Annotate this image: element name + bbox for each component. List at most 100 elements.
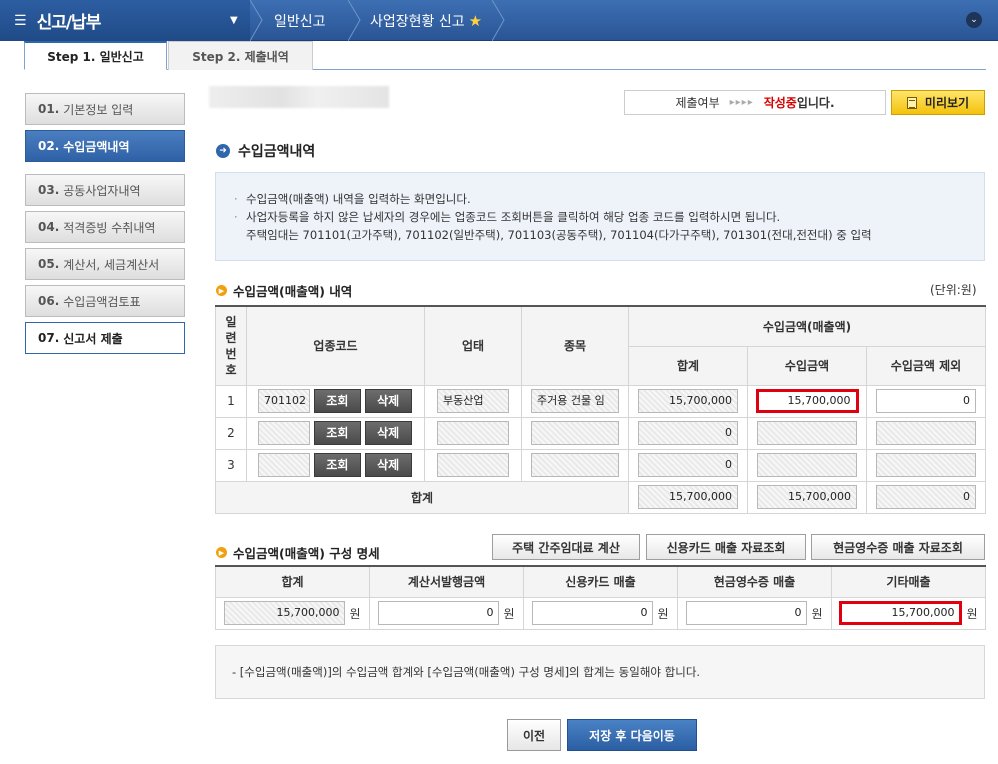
main-menu-button[interactable]: ☰ 신고/납부 ▼ — [0, 0, 250, 41]
row-number: 1 — [215, 384, 247, 418]
sidebar-item-label: 수입금액검토표 — [63, 294, 141, 309]
sidebar-item-label: 적격증빙 수취내역 — [63, 220, 156, 235]
excluded-amount-input[interactable] — [876, 421, 976, 445]
breadcrumb-separator-icon — [492, 0, 506, 41]
breadcrumb-separator-icon — [250, 0, 264, 41]
step-tabs: Step 1. 일반신고 Step 2. 제출내역 — [24, 41, 986, 70]
sidebar-item-num: 07. — [38, 331, 60, 345]
card-sales-input[interactable]: 0 — [532, 601, 654, 625]
sidebar-item-submit[interactable]: 07. 신고서 제출 — [25, 322, 185, 354]
header-other-sales: 기타매출 — [831, 565, 986, 598]
composition-title-text: 수입금액(매출액) 구성 명세 — [233, 546, 380, 561]
section-title: ➜ 수입금액내역 — [216, 141, 315, 161]
business-type-input[interactable] — [437, 453, 509, 477]
sidebar-item-joint-business[interactable]: 03. 공동사업자내역 — [25, 174, 185, 206]
won-unit: 원 — [349, 606, 361, 621]
tab-step2[interactable]: Step 2. 제출내역 — [168, 41, 313, 70]
menu-title: 신고/납부 — [36, 13, 102, 33]
breadcrumb-general-report[interactable]: 일반신고 — [274, 0, 326, 41]
bullet-icon: · — [234, 210, 238, 224]
income-table: 일련번호 업종코드 업태 종목 수입금액(매출액) 합계 수입금액 수입금액 제… — [215, 305, 986, 514]
income-table-title: ▶ 수입금액(매출액) 내역 — [216, 281, 352, 300]
sidebar-item-evidence[interactable]: 04. 적격증빙 수취내역 — [25, 211, 185, 243]
composition-title: ▶ 수입금액(매출액) 구성 명세 — [216, 543, 380, 562]
top-navigation-bar: ☰ 신고/납부 ▼ 일반신고 사업장현황 신고 ★ ⌄ — [0, 0, 998, 41]
cash-sales-input[interactable]: 0 — [686, 601, 808, 625]
business-type-input[interactable] — [437, 421, 509, 445]
note-text: - [수입금액(매출액)]의 수입금액 합계와 [수입금액(매출액) 구성 명세… — [232, 665, 701, 679]
breadcrumb-separator-icon — [348, 0, 362, 41]
income-amount-input[interactable]: 15,700,000 — [755, 389, 859, 413]
sum-row: 합계 15,700,000 15,700,000 0 — [215, 480, 986, 514]
sum-excluded-field: 0 — [876, 485, 976, 509]
preview-button[interactable]: 미리보기 — [891, 90, 985, 115]
breadcrumb-business-report[interactable]: 사업장현황 신고 ★ — [370, 0, 482, 41]
won-unit: 원 — [503, 606, 515, 621]
sidebar-item-num: 03. — [38, 183, 60, 197]
won-unit: 원 — [657, 606, 669, 621]
item-input[interactable] — [531, 421, 619, 445]
header-excluded: 수입금액 제외 — [866, 345, 986, 386]
industry-code-input[interactable] — [258, 421, 310, 445]
sidebar-item-num: 04. — [38, 220, 60, 234]
arrow-circle-icon: ➜ — [216, 144, 230, 158]
income-amount-input[interactable] — [757, 421, 857, 445]
excluded-amount-input[interactable] — [876, 453, 976, 477]
sum-label: 합계 — [215, 480, 629, 514]
submission-status: 제출여부 ▸▸▸▸ 작성중 입니다. — [624, 90, 886, 115]
lookup-button[interactable]: 조회 — [313, 421, 361, 445]
expand-chevron-icon[interactable]: ⌄ — [966, 12, 982, 28]
excluded-amount-input[interactable]: 0 — [876, 389, 976, 413]
sidebar-item-review[interactable]: 06. 수입금액검토표 — [25, 285, 185, 317]
caret-down-icon: ▼ — [230, 15, 238, 26]
housing-rent-calc-button[interactable]: 주택 간주임대료 계산 — [492, 534, 640, 560]
prev-button[interactable]: 이전 — [507, 719, 561, 751]
sidebar-item-income[interactable]: 02. 수입금액내역 — [25, 130, 185, 162]
arrows-icon: ▸▸▸▸ — [729, 97, 754, 108]
delete-button[interactable]: 삭제 — [364, 389, 412, 413]
item-input[interactable] — [531, 453, 619, 477]
credit-card-lookup-button[interactable]: 신용카드 매출 자료조회 — [646, 534, 806, 560]
save-next-button[interactable]: 저장 후 다음이동 — [567, 719, 697, 751]
header-business-type: 업태 — [424, 305, 522, 386]
sidebar-item-label: 수입금액내역 — [63, 139, 130, 154]
lookup-button[interactable]: 조회 — [313, 389, 361, 413]
lookup-button[interactable]: 조회 — [313, 453, 361, 477]
table-row: 15,700,000 원 0원 0원 0원 15,700,000 원 — [215, 596, 986, 630]
delete-button[interactable]: 삭제 — [364, 453, 412, 477]
delete-button[interactable]: 삭제 — [364, 421, 412, 445]
header-item: 종목 — [521, 305, 629, 386]
sidebar-item-label: 공동사업자내역 — [63, 183, 141, 198]
item-input[interactable]: 주거용 건물 임 — [531, 389, 619, 413]
industry-code-input[interactable] — [258, 453, 310, 477]
sidebar-item-invoice[interactable]: 05. 계산서, 세금계산서 — [25, 248, 185, 280]
header-card-sales: 신용카드 매출 — [523, 565, 678, 598]
preview-label: 미리보기 — [924, 96, 970, 110]
business-type-input[interactable]: 부동산업 — [437, 389, 509, 413]
sum-income-field: 15,700,000 — [757, 485, 857, 509]
invoice-amount-input[interactable]: 0 — [378, 601, 500, 625]
industry-code-input[interactable]: 701102 — [258, 389, 310, 413]
won-unit: 원 — [811, 606, 823, 621]
other-sales-input[interactable]: 15,700,000 — [839, 601, 963, 625]
star-icon[interactable]: ★ — [469, 12, 482, 30]
sidebar-item-num: 05. — [38, 257, 60, 271]
status-prefix: 제출여부 — [675, 96, 720, 110]
sidebar-item-label: 신고서 제출 — [63, 331, 123, 346]
cash-receipt-lookup-button[interactable]: 현금영수증 매출 자료조회 — [811, 534, 985, 560]
row-total-field: 0 — [638, 453, 738, 477]
header-cash-sales: 현금영수증 매출 — [677, 565, 832, 598]
header-income-group: 수입금액(매출액) — [628, 305, 986, 347]
info-line-1: 수입금액(매출액) 내역을 입력하는 화면입니다. — [246, 192, 471, 206]
info-line-2: 사업자등록을 하지 않은 납세자의 경우에는 업종코드 조회버튼을 클릭하여 해… — [246, 210, 781, 224]
tab-step1[interactable]: Step 1. 일반신고 — [24, 41, 167, 70]
orange-arrow-icon: ▶ — [216, 547, 227, 558]
header-comp-total: 합계 — [215, 565, 370, 598]
unit-label: (단위:원) — [930, 283, 977, 297]
table-row: 1 701102 조회 삭제 부동산업 주거용 건물 임 15,700,000 … — [215, 384, 986, 418]
sidebar-item-basic-info[interactable]: 01. 기본정보 입력 — [25, 93, 185, 125]
row-number: 3 — [215, 448, 247, 482]
income-amount-input[interactable] — [757, 453, 857, 477]
row-number: 2 — [215, 416, 247, 450]
table-row: 3 조회 삭제 0 — [215, 448, 986, 482]
